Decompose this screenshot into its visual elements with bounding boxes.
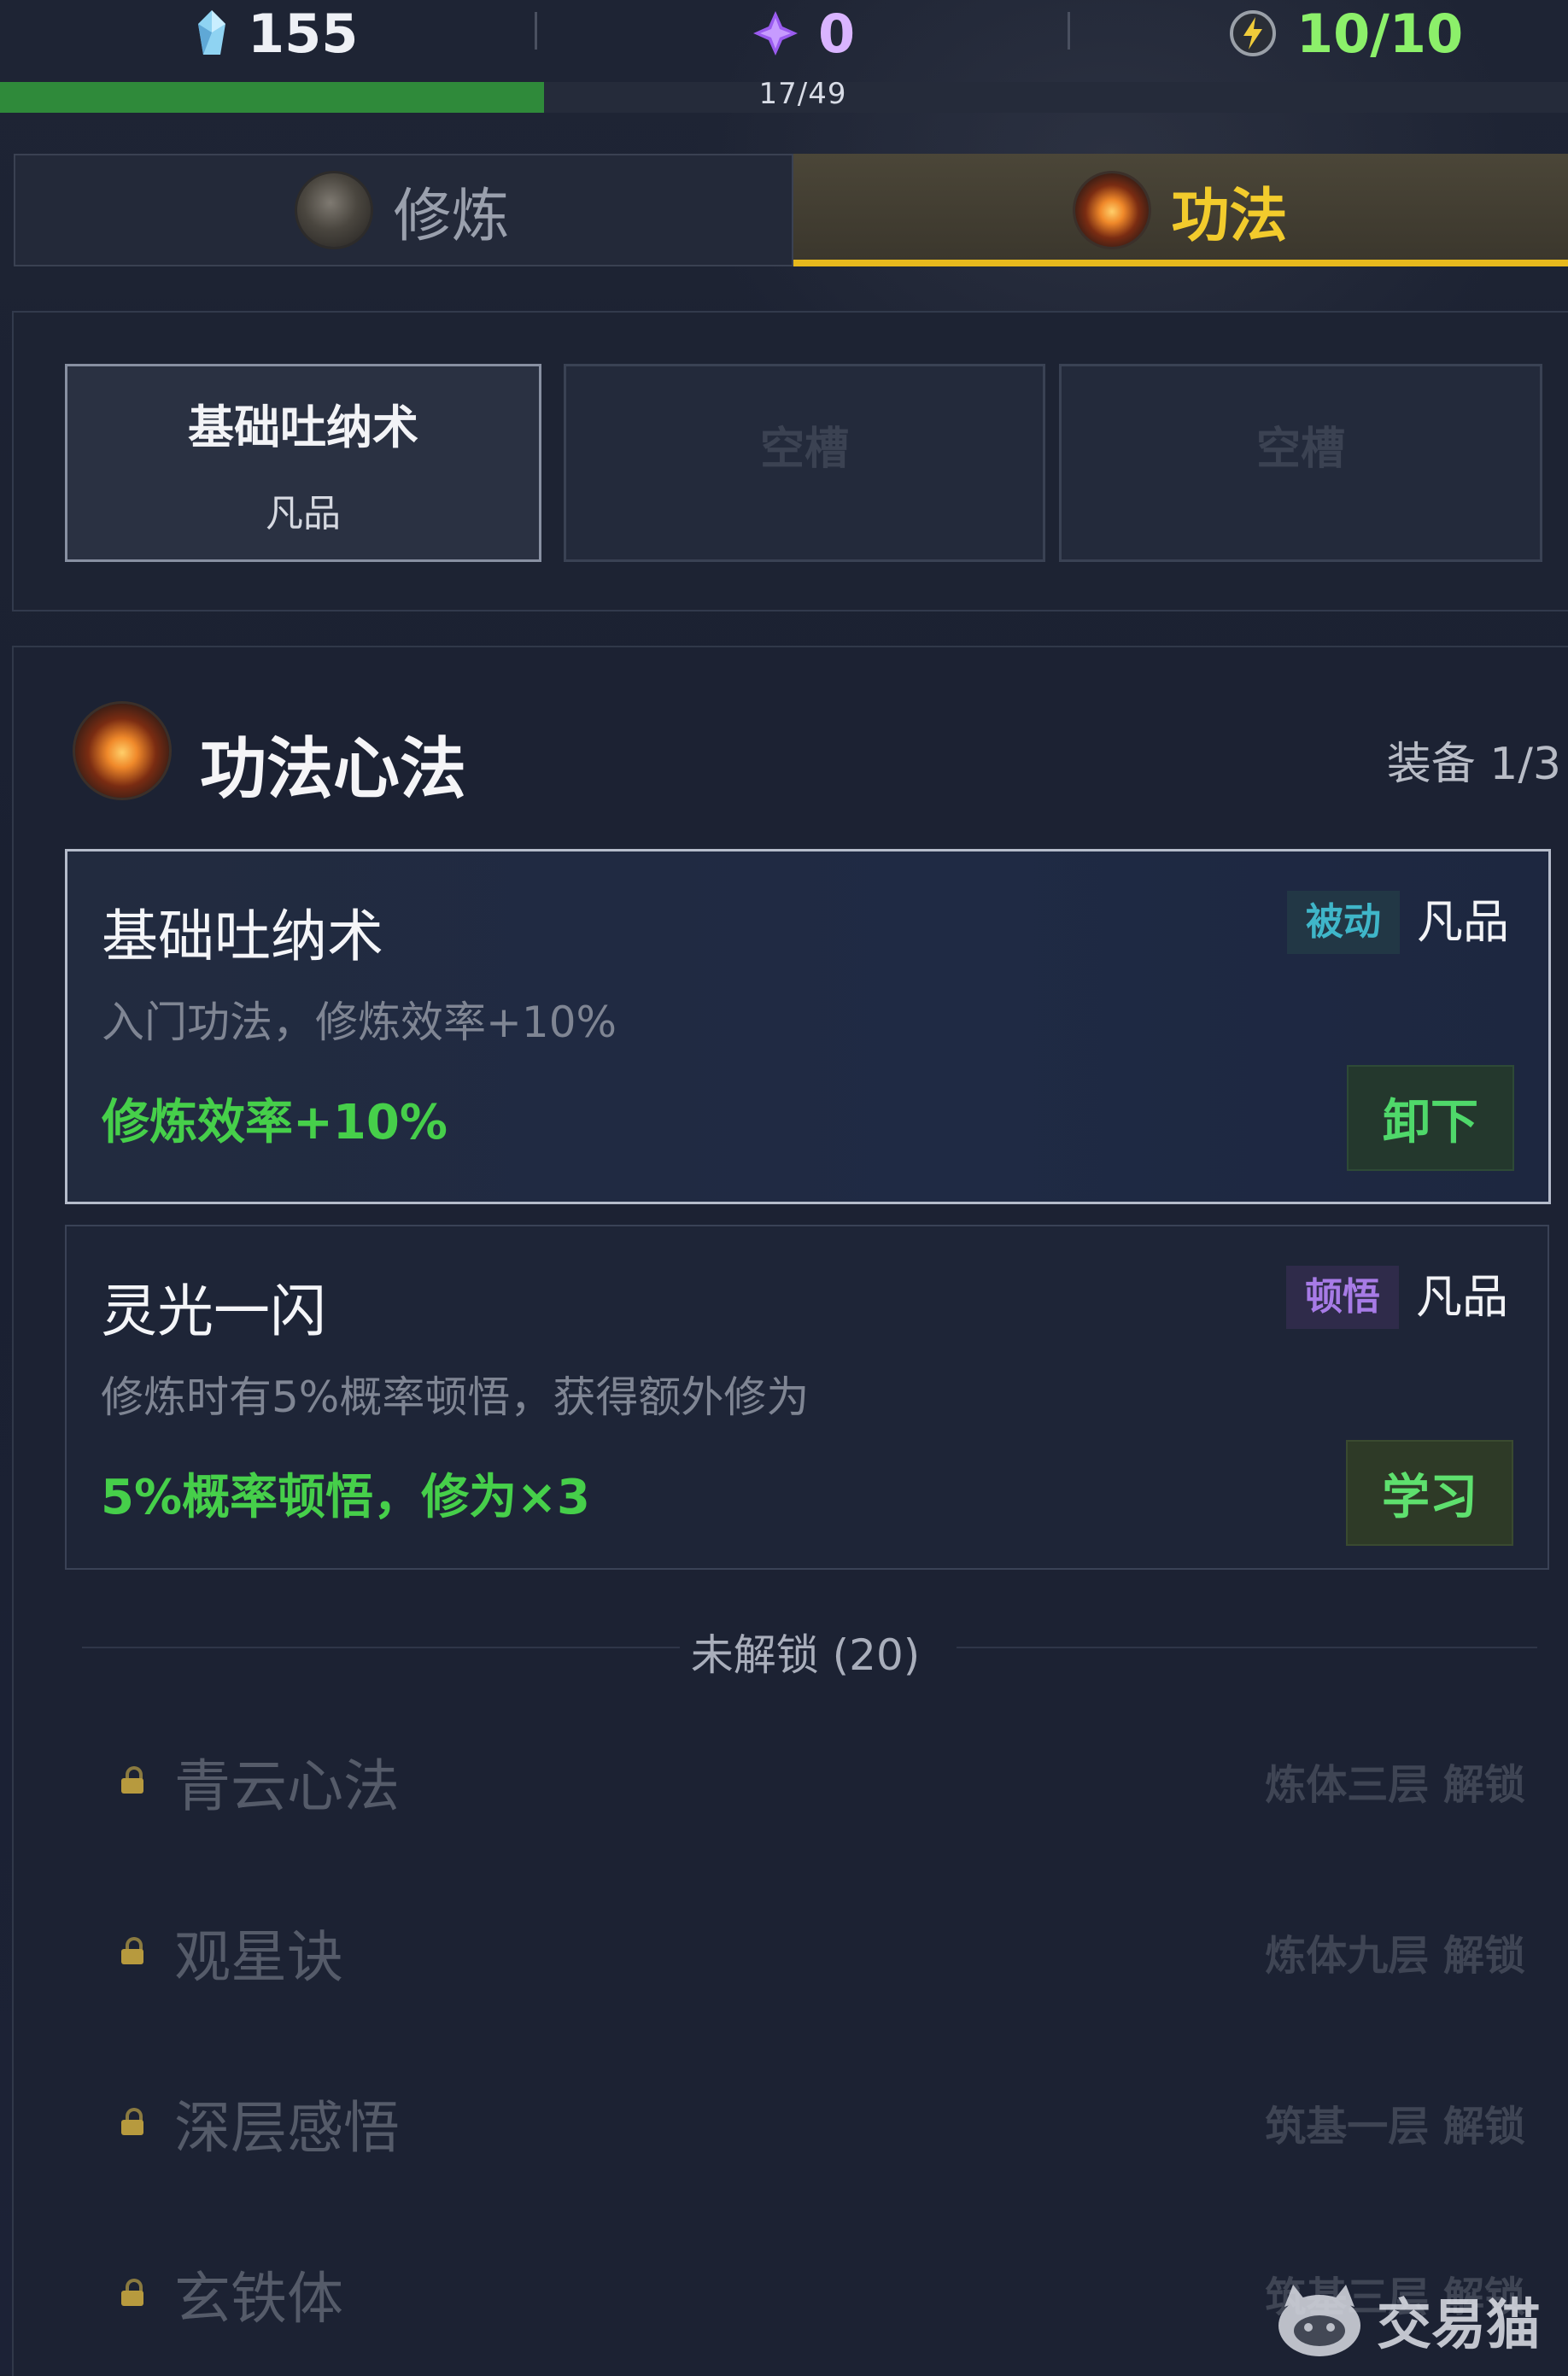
locked-method-item[interactable]: 青云心法 炼体三层 解锁 (104, 1732, 1539, 1819)
method-effect: 5%概率顿悟，修为×3 (101, 1470, 590, 1525)
section-title: 功法心法 (200, 731, 467, 808)
lock-icon (121, 2108, 143, 2135)
slot-method-name: 基础吐纳术 (188, 400, 418, 454)
locked-method-name: 深层感悟 (174, 2095, 400, 2161)
spirit-stone-counter: 155 (195, 0, 358, 67)
tab-methods[interactable]: 功法 (793, 154, 1568, 266)
equip-slots-panel: 基础吐纳术 凡品 空槽 空槽 (12, 311, 1568, 612)
equip-slot-1[interactable]: 基础吐纳术 凡品 (65, 364, 541, 562)
resource-bar: 155 0 10/10 (0, 0, 1568, 77)
locked-method-name: 玄铁体 (174, 2266, 343, 2332)
unequip-button[interactable]: 卸下 (1347, 1065, 1514, 1171)
tab-label: 功法 (1171, 182, 1288, 250)
method-type-tag: 顿悟 (1286, 1266, 1399, 1329)
equipped-count: 装备 1/3 (1386, 739, 1561, 790)
spirit-stone-value: 155 (248, 2, 359, 65)
method-grade: 凡品 (1416, 1270, 1508, 1324)
method-description: 入门功法，修炼效率+10% (102, 998, 617, 1047)
locked-count-label: 未解锁 (20) (690, 1630, 921, 1680)
locked-method-item[interactable]: 观星诀 炼体九层 解锁 (104, 1903, 1539, 1990)
purple-gem-counter: 0 (752, 0, 855, 67)
empty-slot-label: 空槽 (759, 423, 849, 475)
divider (1068, 12, 1070, 50)
watermark-text: 交易猫 (1377, 2294, 1541, 2357)
main-tabs: 修炼 功法 (14, 154, 1568, 266)
locked-method-item[interactable]: 深层感悟 筑基一层 解锁 (104, 2074, 1539, 2161)
fire-orb-icon (1075, 173, 1150, 247)
methods-panel: 功法心法 装备 1/3 基础吐纳术 被动 凡品 入门功法，修炼效率+10% 修炼… (12, 646, 1568, 2376)
section-header: 功法心法 装备 1/3 (75, 704, 1561, 808)
locked-section-divider: 未解锁 (20) (65, 1621, 1546, 1680)
method-type-tag: 被动 (1287, 891, 1400, 954)
divider (535, 12, 537, 50)
lightning-icon (1230, 10, 1276, 56)
lock-icon (121, 2279, 143, 2306)
cultivation-orb-icon (297, 173, 372, 247)
empty-slot-label: 空槽 (1255, 423, 1345, 475)
purple-gem-value: 0 (818, 2, 856, 65)
unlock-requirement: 筑基一层 解锁 (1265, 2103, 1525, 2151)
slot-method-grade: 凡品 (266, 491, 341, 535)
equip-slot-2[interactable]: 空槽 (564, 364, 1045, 562)
fire-orb-icon (75, 704, 169, 798)
progress-text: 17/49 (758, 77, 847, 111)
unlock-requirement: 炼体九层 解锁 (1265, 1932, 1525, 1980)
lock-icon (121, 1937, 143, 1964)
crystal-icon (198, 10, 225, 55)
method-name: 灵光一闪 (101, 1279, 326, 1344)
energy-value: 10/10 (1296, 2, 1464, 65)
method-description: 修炼时有5%概率顿悟，获得额外修为 (101, 1372, 810, 1422)
method-card[interactable]: 基础吐纳术 被动 凡品 入门功法，修炼效率+10% 修炼效率+10% 卸下 (65, 849, 1551, 1204)
lock-icon (121, 1766, 143, 1794)
locked-method-name: 观星诀 (174, 1924, 343, 1990)
energy-counter: 10/10 (1228, 0, 1463, 67)
tab-label: 修炼 (393, 182, 510, 250)
purple-gem-icon (753, 11, 798, 56)
equip-slot-3[interactable]: 空槽 (1059, 364, 1542, 562)
method-grade: 凡品 (1417, 895, 1509, 949)
cat-logo-icon (1278, 2285, 1360, 2356)
locked-method-name: 青云心法 (174, 1753, 400, 1819)
method-effect: 修炼效率+10% (102, 1095, 448, 1150)
tab-cultivation[interactable]: 修炼 (14, 154, 793, 266)
unlock-requirement: 炼体三层 解锁 (1265, 1761, 1525, 1809)
method-name: 基础吐纳术 (102, 904, 383, 969)
learn-button[interactable]: 学习 (1346, 1440, 1513, 1546)
watermark: 交易猫 (1273, 2274, 1541, 2367)
method-card[interactable]: 灵光一闪 顿悟 凡品 修炼时有5%概率顿悟，获得额外修为 5%概率顿悟，修为×3… (65, 1225, 1549, 1570)
